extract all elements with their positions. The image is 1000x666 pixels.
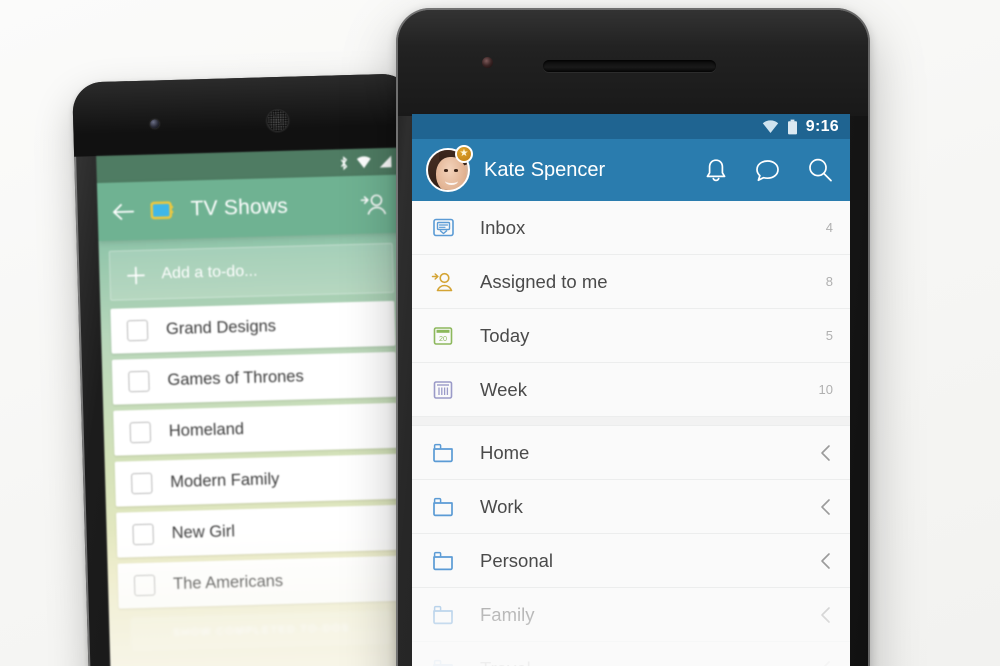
list-group-divider xyxy=(412,417,850,426)
todo-checkbox[interactable] xyxy=(130,472,153,495)
chevron-left-icon[interactable] xyxy=(818,605,833,625)
wifi-icon xyxy=(762,119,778,133)
todo-item[interactable]: The Americans xyxy=(117,555,403,609)
nav-item-label: Inbox xyxy=(480,216,526,238)
todo-label: New Girl xyxy=(171,522,236,543)
earpiece-speaker-icon xyxy=(543,60,716,72)
todo-checkbox[interactable] xyxy=(133,574,156,597)
user-name: Kate Spencer xyxy=(484,158,606,181)
nav-item-count: 8 xyxy=(825,274,833,289)
navigation-list: Inbox 4 Assigned to me 8 20 Today 5 Week… xyxy=(412,201,850,666)
folder-icon xyxy=(430,551,456,571)
nav-item-count: 10 xyxy=(818,382,833,397)
chevron-left-icon[interactable] xyxy=(818,497,833,517)
left-todo-list-area: Add a to-do... Grand Designs Games of Th… xyxy=(98,232,415,666)
todo-label: Grand Designs xyxy=(165,317,277,339)
nav-item-label: Week xyxy=(480,378,527,400)
folder-icon xyxy=(430,659,456,666)
week-icon xyxy=(430,379,456,401)
nav-item-folder-personal[interactable]: Personal xyxy=(412,534,850,588)
nav-item-count: 4 xyxy=(825,220,833,235)
chat-bubble-icon[interactable] xyxy=(754,157,781,184)
chevron-left-icon[interactable] xyxy=(818,443,833,463)
todo-label: Homeland xyxy=(168,420,245,441)
screenshot-stage: TV Shows Add a to-do... Grand Designs Ga… xyxy=(0,0,1000,666)
todo-item[interactable]: New Girl xyxy=(116,504,402,558)
folder-icon xyxy=(430,443,456,463)
status-bar-time: 9:16 xyxy=(805,117,839,135)
calendar-icon: 20 xyxy=(430,325,456,347)
nav-item-folder-family[interactable]: Family xyxy=(412,588,850,642)
nav-item-label: Travel xyxy=(480,658,531,666)
todo-item[interactable]: Games of Thrones xyxy=(111,351,397,405)
nav-item-folder-travel[interactable]: Travel xyxy=(412,642,850,666)
todo-label: The Americans xyxy=(172,572,284,594)
earpiece-speaker-icon xyxy=(264,107,291,134)
nav-item-today[interactable]: 20 Today 5 xyxy=(412,309,850,363)
left-phone-screen: TV Shows Add a to-do... Grand Designs Ga… xyxy=(96,147,415,666)
todo-item[interactable]: Homeland xyxy=(113,402,399,456)
svg-text:20: 20 xyxy=(439,334,447,343)
todo-item[interactable]: Grand Designs xyxy=(110,300,396,354)
header-actions xyxy=(703,156,834,184)
inbox-icon xyxy=(430,216,456,239)
show-completed-todos-button[interactable]: SHOW COMPLETED TO-DOS xyxy=(131,611,392,651)
search-icon[interactable] xyxy=(806,156,834,184)
front-camera-icon xyxy=(150,119,160,129)
user-header-bar: ★ Kate Spencer xyxy=(412,139,850,201)
tv-icon xyxy=(150,201,174,220)
nav-item-label: Home xyxy=(480,441,530,463)
add-todo-placeholder: Add a to-do... xyxy=(161,262,258,283)
nav-item-count: 5 xyxy=(825,328,833,343)
avatar[interactable]: ★ xyxy=(426,145,473,192)
avatar-eye xyxy=(454,169,458,172)
chevron-left-icon[interactable] xyxy=(818,551,833,571)
assigned-user-icon xyxy=(430,270,456,293)
nav-item-folder-home[interactable]: Home xyxy=(412,426,850,480)
nav-item-label: Personal xyxy=(480,549,554,571)
wifi-icon xyxy=(356,156,371,169)
todo-checkbox[interactable] xyxy=(128,370,150,393)
back-arrow-icon[interactable] xyxy=(111,202,135,222)
bluetooth-icon xyxy=(340,155,348,170)
avatar-smile xyxy=(445,177,458,185)
nav-item-label: Work xyxy=(480,495,523,517)
battery-icon xyxy=(787,119,797,134)
todo-checkbox[interactable] xyxy=(129,421,152,444)
left-app-bar-title: TV Shows xyxy=(190,194,289,221)
add-person-icon[interactable] xyxy=(360,192,388,217)
right-phone-top-bezel xyxy=(398,10,868,116)
nav-item-label: Assigned to me xyxy=(480,270,608,292)
nav-item-week[interactable]: Week 10 xyxy=(412,363,850,417)
signal-icon xyxy=(379,155,392,168)
right-phone-screen: 9:16 ★ Kate Spencer Inbox 4 Assigned to … xyxy=(412,114,850,666)
nav-item-label: Today xyxy=(480,324,530,346)
star-badge-icon: ★ xyxy=(455,145,473,163)
notifications-bell-icon[interactable] xyxy=(703,157,729,184)
avatar-eye xyxy=(444,169,448,172)
folder-icon xyxy=(430,605,456,625)
add-todo-input[interactable]: Add a to-do... xyxy=(108,242,395,301)
nav-item-label: Family xyxy=(480,603,535,625)
todo-checkbox[interactable] xyxy=(126,319,149,342)
chevron-left-icon[interactable] xyxy=(818,659,833,666)
right-status-bar: 9:16 xyxy=(412,114,850,139)
todo-item[interactable]: Modern Family xyxy=(114,453,400,507)
todo-label: Games of Thrones xyxy=(167,367,304,390)
right-phone-device: 9:16 ★ Kate Spencer Inbox 4 Assigned to … xyxy=(396,8,870,666)
nav-item-assigned-to-me[interactable]: Assigned to me 8 xyxy=(412,255,850,309)
todo-label: Modern Family xyxy=(170,470,280,492)
folder-icon xyxy=(430,497,456,517)
nav-item-inbox[interactable]: Inbox 4 xyxy=(412,201,850,255)
todo-checkbox[interactable] xyxy=(132,523,154,546)
front-camera-icon xyxy=(482,57,493,68)
left-app-bar: TV Shows xyxy=(96,174,403,242)
plus-icon xyxy=(127,266,145,284)
left-phone-top-bezel xyxy=(72,73,414,157)
left-phone-device: TV Shows Add a to-do... Grand Designs Ga… xyxy=(72,73,430,666)
nav-item-folder-work[interactable]: Work xyxy=(412,480,850,534)
